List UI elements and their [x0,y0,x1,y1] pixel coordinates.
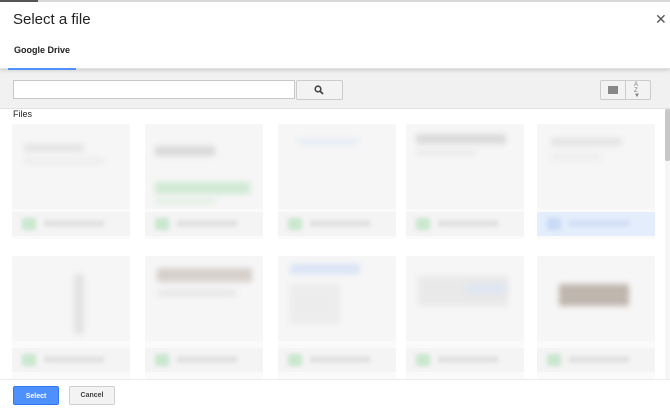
file-type-icon [155,218,169,230]
file-caption [145,348,263,372]
cancel-button[interactable]: Cancel [69,386,115,405]
file-thumbnail [537,256,655,341]
file-type-icon [416,218,430,230]
search-input[interactable] [13,80,295,99]
file-tile[interactable] [12,124,130,239]
list-view-icon [608,86,618,94]
file-thumbnail [537,124,655,209]
dialog-title: Select a file [13,11,91,28]
dialog-header: Select a file ✕ Google Drive [0,2,670,70]
file-type-icon [155,354,169,366]
file-caption [406,212,524,236]
tab-google-drive[interactable]: Google Drive [8,35,77,70]
file-thumbnail [145,256,263,341]
file-type-icon [416,354,430,366]
file-grid [10,124,655,379]
file-caption [537,212,655,236]
file-caption [537,348,655,372]
file-thumbnail [145,124,263,209]
search-icon [314,85,324,95]
file-caption [278,348,396,372]
file-tile[interactable] [406,256,524,379]
files-heading: Files [13,109,33,119]
file-thumbnail [12,124,130,209]
file-thumbnail [278,124,396,209]
dialog-footer: Select Cancel [0,379,670,410]
scrollbar[interactable] [665,109,670,379]
file-thumbnail [406,124,524,209]
file-tile[interactable] [278,256,396,379]
file-caption [406,348,524,372]
file-tile[interactable] [406,124,524,239]
file-thumbnail [278,256,396,341]
file-type-icon [288,354,302,366]
file-tile[interactable] [537,256,655,379]
file-tile[interactable] [12,256,130,379]
sort-button[interactable]: AZ ▼ [625,80,651,100]
file-type-icon [547,218,561,230]
file-thumbnail [406,256,524,341]
file-type-icon [22,354,36,366]
file-type-icon [22,218,36,230]
file-caption [278,212,396,236]
close-icon[interactable]: ✕ [655,12,667,26]
list-view-button[interactable] [600,80,626,100]
scrollbar-thumb[interactable] [665,109,670,161]
file-type-icon [547,354,561,366]
select-button[interactable]: Select [13,386,59,405]
file-tile[interactable] [145,256,263,379]
file-thumbnail [12,256,130,341]
file-caption [12,348,130,372]
file-caption [145,212,263,236]
file-tile-selected[interactable] [537,124,655,239]
file-type-icon [288,218,302,230]
file-tile[interactable] [145,124,263,239]
search-button[interactable] [296,80,343,100]
toolbar: AZ ▼ [0,69,670,109]
file-tile[interactable] [278,124,396,239]
file-caption [12,212,130,236]
